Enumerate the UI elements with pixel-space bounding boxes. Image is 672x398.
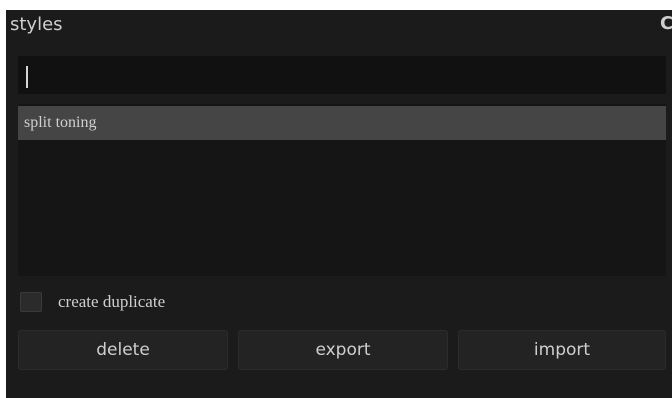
text-caret [26,66,28,88]
reset-icon[interactable]: C [660,14,672,34]
delete-button[interactable]: delete [18,330,228,370]
create-duplicate-option[interactable]: create duplicate [20,290,320,314]
styles-list[interactable]: split toning [18,104,666,276]
search-input[interactable] [18,56,666,94]
export-button[interactable]: export [238,330,448,370]
list-item[interactable]: split toning [18,106,666,140]
panel-title: styles [10,14,63,35]
styles-header[interactable]: styles C [6,10,672,46]
create-duplicate-checkbox[interactable] [20,292,42,312]
create-duplicate-label[interactable]: create duplicate [58,290,165,314]
import-button[interactable]: import [458,330,666,370]
